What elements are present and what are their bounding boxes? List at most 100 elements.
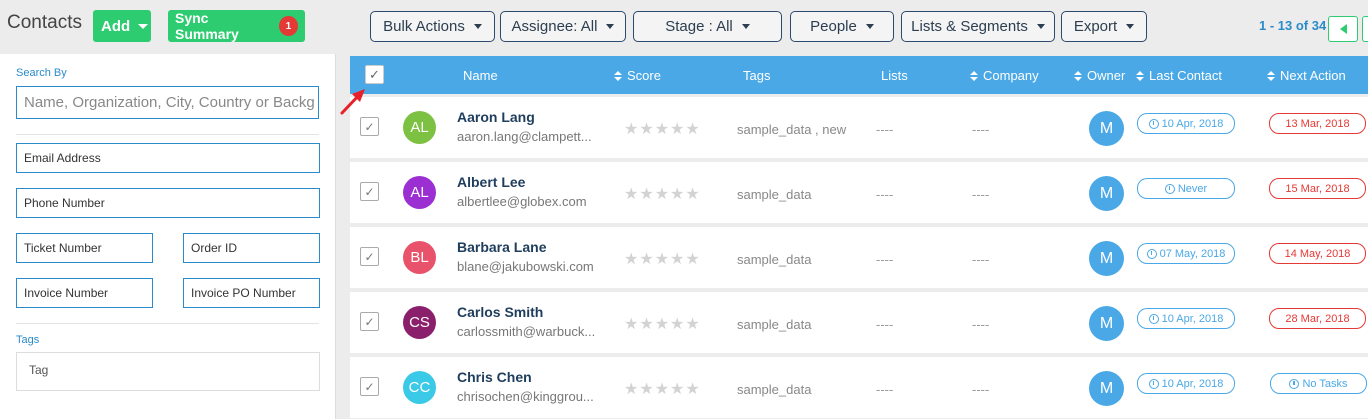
score-stars[interactable]: ★ ★ ★ ★ ★ — [624, 119, 700, 139]
order-id-field[interactable]: Order ID — [183, 233, 320, 263]
owner-avatar[interactable]: M — [1089, 241, 1124, 276]
owner-avatar[interactable]: M — [1089, 371, 1124, 406]
contact-email: chrisochen@kinggrou... — [457, 389, 594, 404]
column-name[interactable]: Name — [463, 68, 498, 83]
contact-lists: ---- — [876, 382, 894, 397]
column-last-contact[interactable]: Last Contact — [1136, 68, 1222, 83]
next-action-pill[interactable]: 14 May, 2018 — [1269, 243, 1366, 264]
dropdown-label: Bulk Actions — [383, 18, 465, 35]
column-score[interactable]: Score — [614, 68, 661, 83]
owner-avatar[interactable]: M — [1089, 176, 1124, 211]
next-action-pill[interactable]: No Tasks — [1270, 373, 1367, 394]
contact-tags: sample_data — [737, 317, 812, 332]
column-next-action[interactable]: Next Action — [1267, 68, 1346, 83]
stage-dropdown[interactable]: Stage : All — [633, 11, 782, 42]
row-checkbox[interactable]: ✓ — [360, 377, 379, 396]
score-stars[interactable]: ★ ★ ★ ★ ★ — [624, 249, 700, 269]
column-lists[interactable]: Lists — [881, 68, 908, 83]
export-dropdown[interactable]: Export — [1061, 11, 1147, 42]
contact-email: blane@jakubowski.com — [457, 259, 594, 274]
sort-icon — [970, 71, 978, 81]
contact-lists: ---- — [876, 122, 894, 137]
invoice-po-field[interactable]: Invoice PO Number — [183, 278, 320, 308]
sync-count-badge: 1 — [278, 16, 298, 36]
tags-label: Tags — [16, 334, 40, 346]
row-checkbox[interactable]: ✓ — [360, 247, 379, 266]
column-label: Next Action — [1280, 68, 1346, 83]
bulk-actions-dropdown[interactable]: Bulk Actions — [370, 11, 495, 42]
dropdown-label: Export — [1073, 18, 1118, 35]
score-stars[interactable]: ★ ★ ★ ★ ★ — [624, 314, 700, 334]
star-icon: ★ — [670, 381, 685, 398]
table-row[interactable]: ✓ CS Carlos Smith carlossmith@warbuck... ★ ★ ★… — [350, 292, 1368, 353]
next-action-pill[interactable]: 28 Mar, 2018 — [1269, 308, 1366, 329]
score-stars[interactable]: ★ ★ ★ ★ ★ — [624, 184, 700, 204]
phone-field[interactable]: Phone Number — [16, 188, 320, 218]
owner-avatar[interactable]: M — [1089, 111, 1124, 146]
dropdown-label: People — [810, 18, 857, 35]
table-row[interactable]: ✓ AL Aaron Lang aaron.lang@clampett... ★ ★ ★ ★ ★… — [350, 97, 1368, 158]
people-dropdown[interactable]: People — [790, 11, 894, 42]
contact-email: aaron.lang@clampett... — [457, 129, 592, 144]
ticket-number-field[interactable]: Ticket Number — [16, 233, 153, 263]
invoice-number-field[interactable]: Invoice Number — [16, 278, 153, 308]
star-icon: ★ — [685, 251, 700, 268]
contact-name-link[interactable]: Barbara Lane — [457, 239, 546, 255]
contact-name-link[interactable]: Carlos Smith — [457, 304, 543, 320]
last-contact-date: 10 Apr, 2018 — [1161, 117, 1224, 130]
contact-name-link[interactable]: Chris Chen — [457, 369, 532, 385]
star-icon: ★ — [670, 186, 685, 203]
next-action-pill[interactable]: 15 Mar, 2018 — [1269, 178, 1366, 199]
tag-input[interactable]: Tag — [16, 352, 320, 391]
clock-icon — [1146, 248, 1157, 259]
row-checkbox[interactable]: ✓ — [360, 312, 379, 331]
contact-email: albertlee@globex.com — [457, 194, 587, 209]
table-row[interactable]: ✓ AL Albert Lee albertlee@globex.com ★ ★ ★ ★ ★ sa… — [350, 162, 1368, 223]
chevron-left-icon — [1339, 24, 1347, 34]
contact-company: ---- — [972, 252, 990, 267]
star-icon: ★ — [624, 316, 639, 333]
email-field[interactable]: Email Address — [16, 143, 320, 173]
column-label: Company — [983, 68, 1039, 83]
contacts-table: ✓ Name Score Tags Lists Company Owner La… — [350, 56, 1368, 419]
search-by-label: Search By — [16, 67, 67, 79]
column-label: Score — [627, 68, 661, 83]
column-company[interactable]: Company — [970, 68, 1039, 83]
lists-segments-dropdown[interactable]: Lists & Segments — [901, 11, 1055, 42]
star-icon: ★ — [654, 186, 670, 203]
select-all-checkbox[interactable]: ✓ — [365, 65, 384, 84]
table-row[interactable]: ✓ BL Barbara Lane blane@jakubowski.com ★ ★ ★ ★ ★… — [350, 227, 1368, 288]
next-page-button[interactable] — [1362, 16, 1368, 42]
contact-lists: ---- — [876, 317, 894, 332]
contact-name-link[interactable]: Aaron Lang — [457, 109, 535, 125]
column-label: Last Contact — [1149, 68, 1222, 83]
assignee-dropdown[interactable]: Assignee: All — [500, 11, 626, 42]
sync-summary-label: Sync Summary — [175, 10, 239, 42]
contact-name-link[interactable]: Albert Lee — [457, 174, 525, 190]
next-action-date: No Tasks — [1302, 377, 1348, 390]
row-checkbox[interactable]: ✓ — [360, 182, 379, 201]
star-icon: ★ — [654, 251, 670, 268]
last-contact-pill: 07 May, 2018 — [1137, 243, 1235, 264]
previous-page-button[interactable] — [1328, 16, 1358, 42]
score-stars[interactable]: ★ ★ ★ ★ ★ — [624, 379, 700, 399]
star-icon: ★ — [639, 316, 654, 333]
next-action-date: 28 Mar, 2018 — [1285, 312, 1350, 325]
clock-icon — [1148, 313, 1159, 324]
next-action-pill[interactable]: 13 Mar, 2018 — [1269, 113, 1366, 134]
next-action-date: 14 May, 2018 — [1284, 247, 1351, 260]
sync-summary-button[interactable]: Sync Summary 1 — [168, 10, 305, 42]
table-row[interactable]: ✓ CC Chris Chen chrisochen@kinggrou... ★ ★ ★ ★ ★… — [350, 357, 1368, 418]
owner-avatar[interactable]: M — [1089, 306, 1124, 341]
caret-down-icon — [473, 24, 482, 29]
sort-icon — [1136, 71, 1144, 81]
add-button[interactable]: Add — [93, 10, 151, 42]
search-input[interactable]: Name, Organization, City, Country or Bac… — [16, 86, 319, 119]
star-icon: ★ — [624, 186, 639, 203]
column-owner[interactable]: Owner — [1074, 68, 1125, 83]
column-tags[interactable]: Tags — [743, 68, 770, 83]
last-contact-date: 10 Apr, 2018 — [1161, 312, 1224, 325]
caret-down-icon — [741, 24, 750, 29]
row-checkbox[interactable]: ✓ — [360, 117, 379, 136]
sort-icon — [1074, 71, 1082, 81]
